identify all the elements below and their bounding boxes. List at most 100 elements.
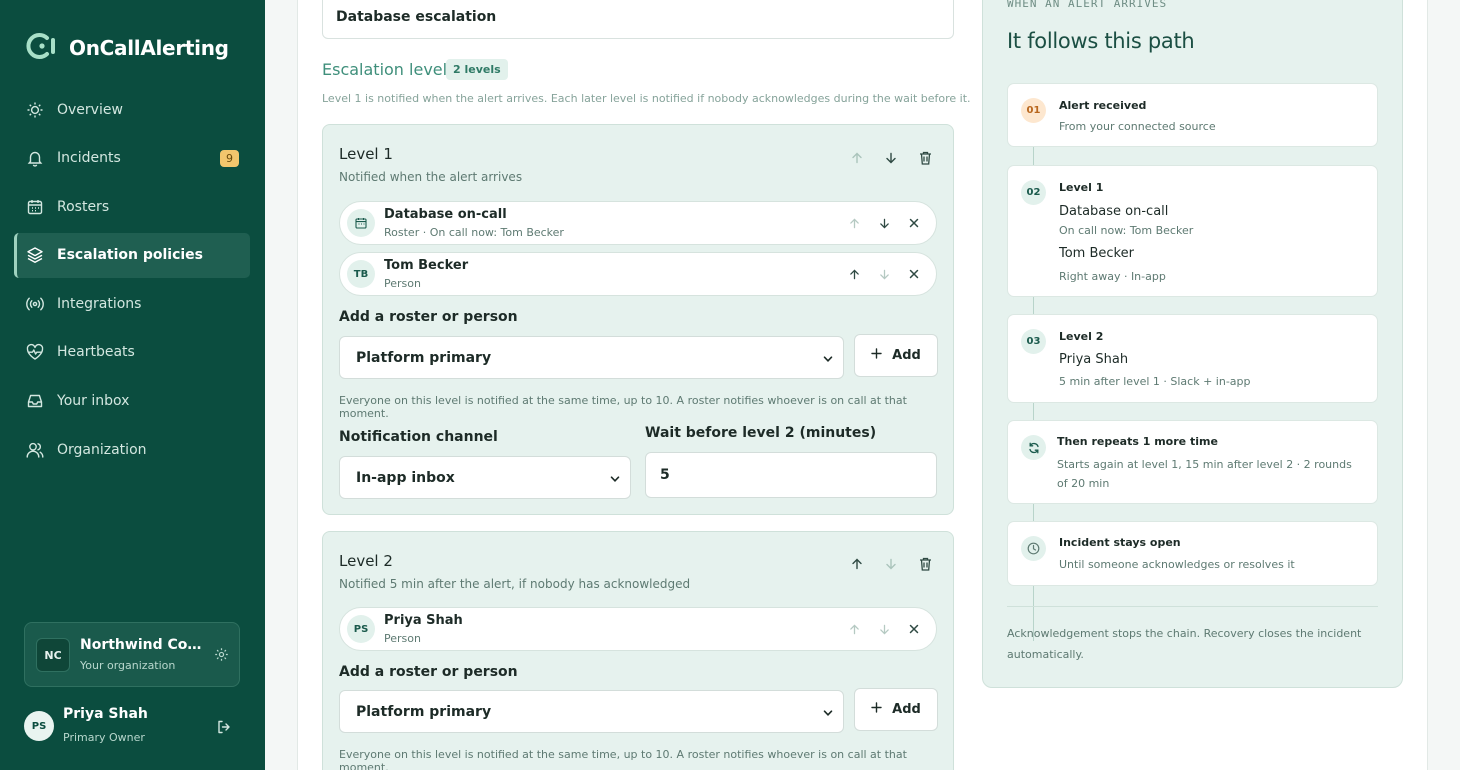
escalation-path-panel: WHEN AN ALERT ARRIVES It follows this pa… <box>982 0 1403 688</box>
add-member-hint: Everyone on this level is notified at th… <box>339 748 907 770</box>
escalation-levels-heading: Escalation levels <box>322 60 456 79</box>
plus-icon <box>871 348 882 363</box>
delete-level-button[interactable] <box>915 148 935 168</box>
levels-count-badge: 2 levels <box>446 59 508 80</box>
member-detail: Person <box>384 277 421 290</box>
user-name: Priya Shah <box>63 706 148 722</box>
move-member-down-button[interactable] <box>874 619 894 639</box>
member-name: Tom Becker <box>384 258 469 273</box>
add-roster-select[interactable]: Platform primary <box>339 690 844 733</box>
sidebar-item-organization[interactable]: Organization <box>14 427 250 472</box>
notification-channel-label: Notification channel <box>339 429 498 445</box>
sidebar-item-escalation-policies[interactable]: Escalation policies <box>14 232 250 278</box>
move-member-up-button[interactable] <box>844 264 864 284</box>
move-level-down-button[interactable] <box>881 148 901 168</box>
level-title: Level 2 <box>339 552 393 570</box>
sidebar-item-heartbeats[interactable]: Heartbeats <box>14 330 250 375</box>
move-member-up-button[interactable] <box>844 619 864 639</box>
bell-icon <box>25 148 45 168</box>
member-name: Database on-call <box>384 207 507 222</box>
sidebar-item-label: Escalation policies <box>57 247 204 264</box>
add-member-button[interactable]: Add <box>854 688 938 731</box>
brand[interactable]: OnCallAlerting <box>25 32 229 64</box>
move-member-up-button[interactable] <box>844 213 864 233</box>
users-icon <box>25 440 45 460</box>
sidebar-item-overview[interactable]: Overview <box>14 87 250 132</box>
path-step: Then repeats 1 more time Starts again at… <box>1007 420 1378 504</box>
chevron-down-icon <box>823 352 833 368</box>
step-detail: On call now: Tom Becker <box>1059 224 1194 237</box>
step-title: Alert received <box>1059 99 1147 112</box>
step-title: Then repeats 1 more time <box>1057 435 1218 448</box>
logout-icon[interactable] <box>216 719 232 739</box>
move-level-down-button[interactable] <box>881 554 901 574</box>
remove-member-button[interactable] <box>904 213 924 233</box>
incidents-count-badge: 9 <box>220 149 239 167</box>
organization-card[interactable]: NC Northwind Com... Your organization <box>24 622 240 687</box>
heart-pulse-icon <box>25 342 45 362</box>
plus-icon <box>871 702 882 717</box>
sidebar-item-label: Integrations <box>57 295 142 312</box>
step-number: 03 <box>1021 329 1046 354</box>
inbox-icon <box>25 391 45 411</box>
step-recipient: Priya Shah <box>1059 352 1129 367</box>
member-name: Priya Shah <box>384 613 463 628</box>
add-roster-select[interactable]: Platform primary <box>339 336 844 379</box>
level-member-item: PS Priya Shah Person <box>339 607 937 651</box>
wait-minutes-input[interactable]: 5 <box>645 452 937 498</box>
move-level-up-button[interactable] <box>847 148 867 168</box>
sidebar-item-label: Your inbox <box>57 393 130 410</box>
sidebar-item-rosters[interactable]: Rosters <box>14 184 250 229</box>
step-subtitle: From your connected source <box>1059 120 1216 133</box>
user-profile[interactable]: PS Priya Shah Primary Owner <box>24 703 240 753</box>
path-footer-note: Acknowledgement stops the chain. Recover… <box>1007 627 1362 661</box>
path-title: It follows this path <box>1007 29 1195 53</box>
add-button-label: Add <box>892 702 921 717</box>
step-detail: Right away · In-app <box>1059 270 1166 283</box>
remove-member-button[interactable] <box>904 264 924 284</box>
move-member-down-button[interactable] <box>874 264 894 284</box>
remove-member-button[interactable] <box>904 619 924 639</box>
step-subtitle: Starts again at level 1, 15 min after le… <box>1057 458 1352 490</box>
delete-level-button[interactable] <box>915 554 935 574</box>
chevron-down-icon <box>610 472 620 488</box>
logo-icon <box>25 32 57 64</box>
move-level-up-button[interactable] <box>847 554 867 574</box>
move-member-down-button[interactable] <box>874 213 894 233</box>
path-step: 03 Level 2 Priya Shah 5 min after level … <box>1007 314 1378 403</box>
path-step: Incident stays open Until someone acknow… <box>1007 521 1378 586</box>
step-recipient: Tom Becker <box>1059 246 1134 261</box>
avatar: PS <box>24 711 54 741</box>
notification-channel-select[interactable]: In-app inbox <box>339 456 631 499</box>
select-value: Platform primary <box>356 704 492 720</box>
calendar-icon <box>25 197 45 217</box>
level-subtitle: Notified when the alert arrives <box>339 170 523 184</box>
sidebar-item-integrations[interactable]: Integrations <box>14 281 250 326</box>
sidebar-item-label: Organization <box>57 441 147 458</box>
step-number: 01 <box>1021 98 1046 123</box>
org-name: Northwind Com... <box>80 637 205 653</box>
sidebar-item-incidents[interactable]: Incidents 9 <box>14 136 250 181</box>
step-title: Level 2 <box>1059 330 1104 343</box>
clock-icon <box>1021 536 1046 561</box>
add-button-label: Add <box>892 348 921 363</box>
sidebar-item-label: Overview <box>57 101 123 118</box>
add-member-button[interactable]: Add <box>854 334 938 377</box>
broadcast-icon <box>25 294 45 314</box>
path-step: 02 Level 1 Database on-call On call now:… <box>1007 165 1378 297</box>
step-recipient: Database on-call <box>1059 204 1169 219</box>
org-subtitle: Your organization <box>80 659 176 672</box>
step-title: Level 1 <box>1059 181 1104 194</box>
policy-name-input[interactable]: Database escalation <box>322 0 954 39</box>
org-avatar: NC <box>36 638 70 672</box>
sidebar-nav: Overview Incidents 9 Rosters Escalation … <box>14 87 250 476</box>
step-detail: 5 min after level 1 · Slack + in-app <box>1059 375 1251 388</box>
sidebar-item-your-inbox[interactable]: Your inbox <box>14 379 250 424</box>
gear-icon[interactable] <box>214 647 229 666</box>
path-eyebrow: WHEN AN ALERT ARRIVES <box>1007 0 1168 10</box>
level-2-card: Level 2 Notified 5 min after the alert, … <box>322 531 954 770</box>
user-role: Primary Owner <box>63 731 145 744</box>
step-number: 02 <box>1021 180 1046 205</box>
sidebar-item-label: Rosters <box>57 198 110 215</box>
add-roster-or-person-label: Add a roster or person <box>339 309 518 325</box>
